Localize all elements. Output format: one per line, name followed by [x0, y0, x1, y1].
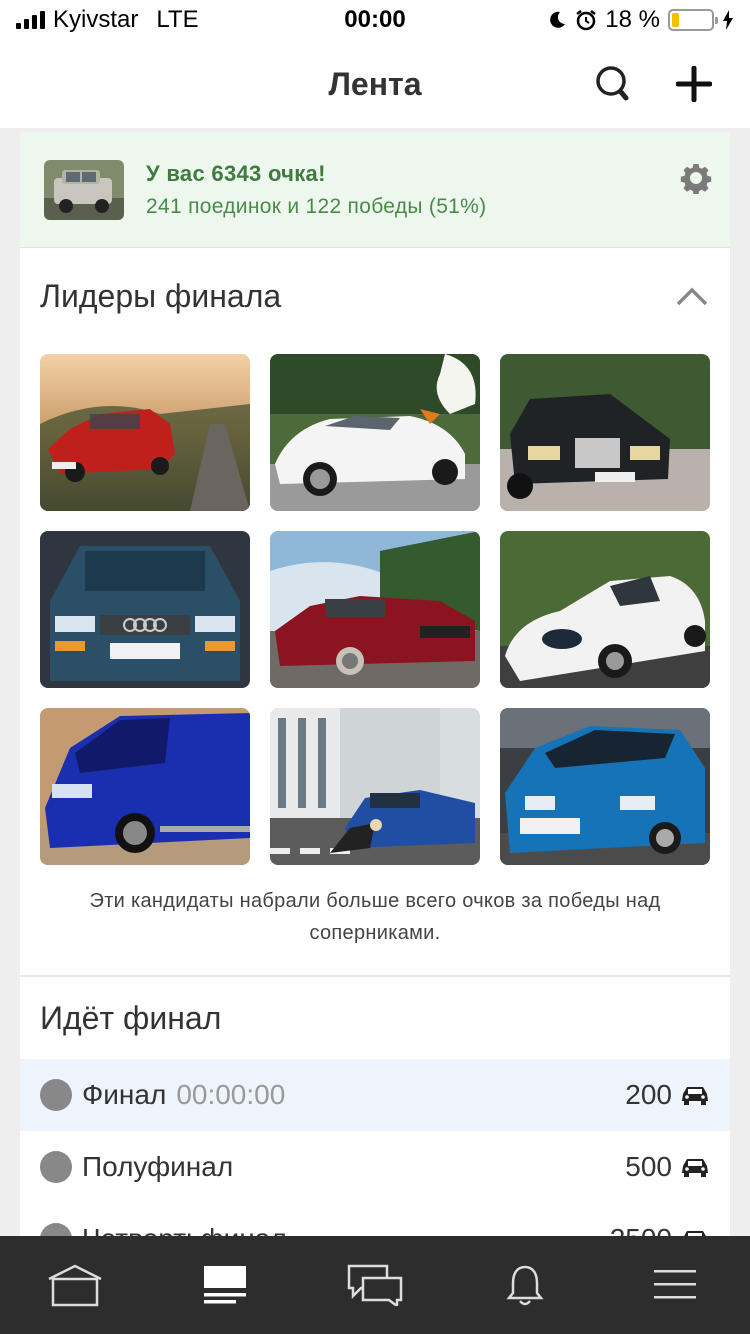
status-right: 18 % [547, 6, 734, 34]
tab-bar [0, 1236, 750, 1334]
leaders-card: Лидеры финала Эти кандидаты набрали боль… [20, 248, 730, 977]
car-icon [682, 1087, 708, 1105]
stage-timer: 00:00:00 [176, 1079, 286, 1110]
tab-messages[interactable] [335, 1255, 415, 1315]
moon-icon [550, 11, 566, 28]
carrier-label: Kyivstar [53, 6, 139, 33]
nav-bar: Лента [0, 40, 750, 128]
alarm-icon [576, 10, 597, 31]
collapse-button[interactable] [674, 278, 710, 314]
messages-icon [347, 1264, 403, 1306]
tab-notifications[interactable] [485, 1255, 565, 1315]
feed-content[interactable]: У вас 6343 очка! 241 поединок и 122 побе… [20, 128, 730, 1236]
battery-icon [668, 9, 718, 31]
gear-icon[interactable] [680, 162, 712, 194]
stage-count: 500 [625, 1151, 672, 1182]
stage-count-group: 500 [625, 1151, 710, 1183]
menu-icon [654, 1270, 696, 1299]
score-subtitle: 241 поединок и 122 победы (51%) [146, 194, 487, 218]
tab-menu[interactable] [635, 1255, 715, 1315]
stage-row-final[interactable]: Финал 00:00:00 200 [20, 1059, 730, 1131]
notifications-icon [506, 1265, 544, 1306]
stage-status-dot [40, 1223, 72, 1236]
signal-icon [16, 11, 45, 29]
leaders-title: Лидеры финала [40, 277, 282, 314]
network-label: LTE [156, 6, 199, 33]
stage-count: 200 [625, 1079, 672, 1110]
leader-thumbnail[interactable] [270, 708, 480, 865]
avatar[interactable] [44, 159, 124, 220]
search-icon [596, 66, 629, 101]
page-title: Лента [328, 65, 422, 102]
car-icon [684, 1231, 706, 1236]
leaders-header[interactable]: Лидеры финала [40, 248, 710, 344]
score-card[interactable]: У вас 6343 очка! 241 поединок и 122 побе… [20, 132, 730, 248]
add-button[interactable] [670, 60, 718, 108]
stage-count-group: 2500 [610, 1223, 710, 1236]
home-icon [48, 1264, 102, 1307]
leaders-grid [40, 354, 710, 865]
stage-label: Полуфинал [82, 1151, 234, 1182]
car-icon [682, 1159, 708, 1177]
leader-thumbnail[interactable] [500, 354, 710, 511]
status-bar: Kyivstar LTE 00:00 18 % [0, 0, 750, 40]
tab-home[interactable] [35, 1255, 115, 1315]
chevron-up-icon [676, 287, 708, 306]
search-button[interactable] [590, 60, 638, 108]
leader-thumbnail[interactable] [500, 531, 710, 688]
leader-thumbnail[interactable] [500, 708, 710, 865]
final-title: Идёт финал [40, 999, 222, 1036]
leader-thumbnail[interactable] [40, 708, 250, 865]
score-text: У вас 6343 очка! 241 поединок и 122 побе… [146, 161, 486, 219]
charging-icon [723, 10, 733, 30]
score-title: У вас 6343 очка! [146, 160, 326, 186]
stage-row-quarterfinal[interactable]: Четвертьфинал 2500 [20, 1203, 730, 1236]
battery-fill [672, 13, 679, 27]
stage-count-group: 200 [625, 1079, 710, 1111]
feed-icon [204, 1266, 246, 1304]
status-left: Kyivstar LTE [16, 6, 199, 34]
battery-percent: 18 % [605, 6, 660, 33]
leader-thumbnail[interactable] [270, 531, 480, 688]
stage-label: Четвертьфинал [82, 1223, 287, 1236]
stage-label: Финал [82, 1079, 167, 1110]
leader-thumbnail[interactable] [40, 531, 250, 688]
final-header: Идёт финал [20, 977, 730, 1059]
leaders-note: Эти кандидаты набрали больше всего очков… [89, 890, 661, 944]
stage-status-dot [40, 1079, 72, 1111]
stage-count: 2500 [610, 1223, 672, 1236]
leader-thumbnail[interactable] [40, 354, 250, 511]
stage-row-semifinal[interactable]: Полуфинал 500 [20, 1131, 730, 1203]
stage-status-dot [40, 1151, 72, 1183]
tab-feed[interactable] [185, 1255, 265, 1315]
add-icon [676, 66, 712, 102]
leader-thumbnail[interactable] [270, 354, 480, 511]
final-card: Идёт финал Финал 00:00:00 200 Полуфинал … [20, 977, 730, 1236]
plate [52, 462, 76, 469]
